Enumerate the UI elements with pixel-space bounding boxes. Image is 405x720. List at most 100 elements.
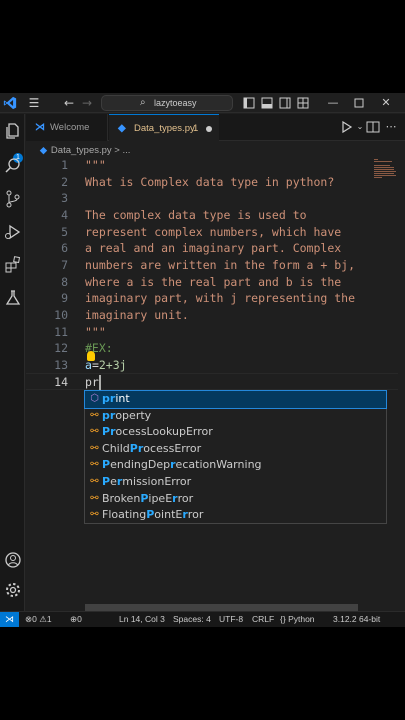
problems-status[interactable]: ⊗0 ⚠1 <box>25 612 52 627</box>
line-number: 8 <box>61 275 68 289</box>
vscode-window: ☰ ← → ⌕ lazytoeasy — ✕ 1 ⋊ Welcome ◆ Dat… <box>0 93 405 627</box>
maximize-icon[interactable] <box>352 96 366 110</box>
language-mode[interactable]: {} Python <box>280 612 315 627</box>
minimap[interactable] <box>372 157 398 181</box>
status-bar: ⋊ ⊗0 ⚠1 ⊕0 Ln 14, Col 3 Spaces: 4 UTF-8 … <box>0 611 405 627</box>
error-count: 0 <box>32 614 37 624</box>
ports-status[interactable]: ⊕0 <box>70 612 82 627</box>
class-icon: ⚯ <box>90 442 99 454</box>
vscode-tab-icon: ⋊ <box>35 122 45 133</box>
code-line: The complex data type is used to <box>85 208 307 222</box>
line-number: 10 <box>54 308 68 322</box>
search-view-icon[interactable] <box>3 156 23 176</box>
suggestion-item-selected[interactable]: ⬡ print <box>84 390 387 409</box>
line-number: 12 <box>54 341 68 355</box>
suggestion-item[interactable]: ⚯ BrokenPipeError <box>85 491 386 508</box>
class-icon: ⚯ <box>90 492 99 504</box>
line-number: 6 <box>61 241 68 255</box>
cursor-position[interactable]: Ln 14, Col 3 <box>119 612 165 627</box>
suggestion-label: print <box>102 392 130 405</box>
class-icon: ⚯ <box>90 459 99 471</box>
customize-layout-icon[interactable] <box>296 96 310 110</box>
command-center-search[interactable]: ⌕ lazytoeasy <box>101 95 233 111</box>
code-line: imaginary part, with j representing the <box>85 291 356 305</box>
more-actions-icon[interactable]: ⋯ <box>383 119 399 135</box>
python-breadcrumb-icon: ◆ <box>40 145 47 155</box>
python-interpreter[interactable]: 3.12.2 64-bit <box>333 612 380 627</box>
eol-status[interactable]: CRLF <box>252 612 274 627</box>
testing-icon[interactable] <box>3 288 23 308</box>
autocomplete-suggestions: ⬡ print ⚯ property ⚯ ProcessLookupError ⚯ Child… <box>84 390 387 524</box>
search-text: lazytoeasy <box>154 98 197 108</box>
toggle-secondary-sidebar-icon[interactable] <box>278 96 292 110</box>
breadcrumb[interactable]: ◆ Data_types.py > ... <box>40 143 130 157</box>
suggestion-label: PendingDeprecationWarning <box>102 458 262 472</box>
breadcrumb-text: Data_types.py > ... <box>50 145 131 156</box>
suggestion-item[interactable]: ⚯ FloatingPointError <box>85 507 386 524</box>
class-icon: ⚯ <box>90 476 99 487</box>
suggestion-label: ChildProcessError <box>102 441 202 455</box>
language-label: Python <box>288 614 315 624</box>
code-line-typing: pr <box>85 375 99 389</box>
suggestion-item[interactable]: ⚯ ProcessLookupError <box>85 424 386 441</box>
line-number: 7 <box>61 258 68 272</box>
tab-problem-count: 1 <box>193 123 199 134</box>
line-number: 2 <box>61 175 68 189</box>
remote-indicator-icon[interactable]: ⋊ <box>0 612 19 627</box>
code-line: where a is the real part and b is the <box>85 275 342 289</box>
minimize-icon[interactable]: — <box>326 96 340 110</box>
toggle-sidebar-icon[interactable] <box>242 96 256 110</box>
class-icon: ⚯ <box>90 509 99 521</box>
text-cursor <box>99 375 101 390</box>
suggestion-label: PermissionError <box>102 475 192 488</box>
source-control-icon[interactable] <box>3 189 23 209</box>
encoding-status[interactable]: UTF-8 <box>219 612 243 627</box>
indentation-status[interactable]: Spaces: 4 <box>173 612 211 627</box>
code-line: represent complex numbers, which have <box>85 225 342 239</box>
code-line: a real and an imaginary part. Complex <box>85 241 342 255</box>
line-number: 13 <box>54 358 68 372</box>
unsaved-dot-icon[interactable] <box>206 126 212 132</box>
horizontal-scrollbar[interactable] <box>85 604 358 611</box>
tab-welcome[interactable]: ⋊ Welcome <box>26 114 108 141</box>
suggestion-label: FloatingPointError <box>102 508 204 522</box>
braces-icon: {} <box>280 614 286 624</box>
suggestion-label: ProcessLookupError <box>102 425 213 439</box>
split-editor-icon[interactable] <box>365 119 381 135</box>
account-icon[interactable] <box>3 550 23 570</box>
menu-icon[interactable]: ☰ <box>27 96 41 110</box>
forward-arrow-icon[interactable]: → <box>80 96 94 110</box>
explorer-icon[interactable] <box>3 121 23 141</box>
suggestion-item[interactable]: ⚯ PendingDeprecationWarning <box>85 457 386 474</box>
class-icon: ⚯ <box>90 409 99 421</box>
code-line: """ <box>85 325 106 339</box>
activity-bar: 1 <box>0 114 25 611</box>
extensions-icon[interactable] <box>3 255 23 275</box>
toggle-panel-icon[interactable] <box>260 96 274 110</box>
search-icon: ⌕ <box>140 97 146 108</box>
line-number: 11 <box>54 325 68 339</box>
line-number: 9 <box>61 291 68 305</box>
current-line-highlight <box>26 373 398 390</box>
run-debug-icon[interactable] <box>3 222 23 242</box>
code-line: What is Complex data type in python? <box>85 175 335 189</box>
suggestion-label: BrokenPipeError <box>102 491 194 505</box>
lightbulb-icon[interactable] <box>87 351 95 361</box>
warning-count: 1 <box>46 614 52 624</box>
suggestion-item[interactable]: ⚯ property <box>85 408 386 425</box>
cube-icon: ⬡ <box>90 393 99 404</box>
line-number: 1 <box>61 158 68 172</box>
code-line: imaginary unit. <box>85 308 189 322</box>
code-editor[interactable]: 1 2 3 4 5 6 7 8 9 10 11 12 13 14 """ Wha… <box>26 157 398 601</box>
tab-data-types-label: Data_types.py <box>134 123 195 134</box>
back-arrow-icon[interactable]: ← <box>62 96 76 110</box>
line-number: 3 <box>61 191 68 205</box>
suggestion-item[interactable]: ⚯ PermissionError <box>85 474 386 491</box>
suggestion-item[interactable]: ⚯ ChildProcessError <box>85 441 386 458</box>
editor-tabs: ⋊ Welcome ◆ Data_types.py 1 ⌄ ⋯ <box>26 114 405 141</box>
settings-gear-icon[interactable] <box>3 580 23 600</box>
suggestion-label: property <box>102 408 152 422</box>
line-number: 4 <box>61 208 68 222</box>
close-icon[interactable]: ✕ <box>379 96 393 110</box>
tab-data-types[interactable]: ◆ Data_types.py 1 <box>109 114 219 141</box>
